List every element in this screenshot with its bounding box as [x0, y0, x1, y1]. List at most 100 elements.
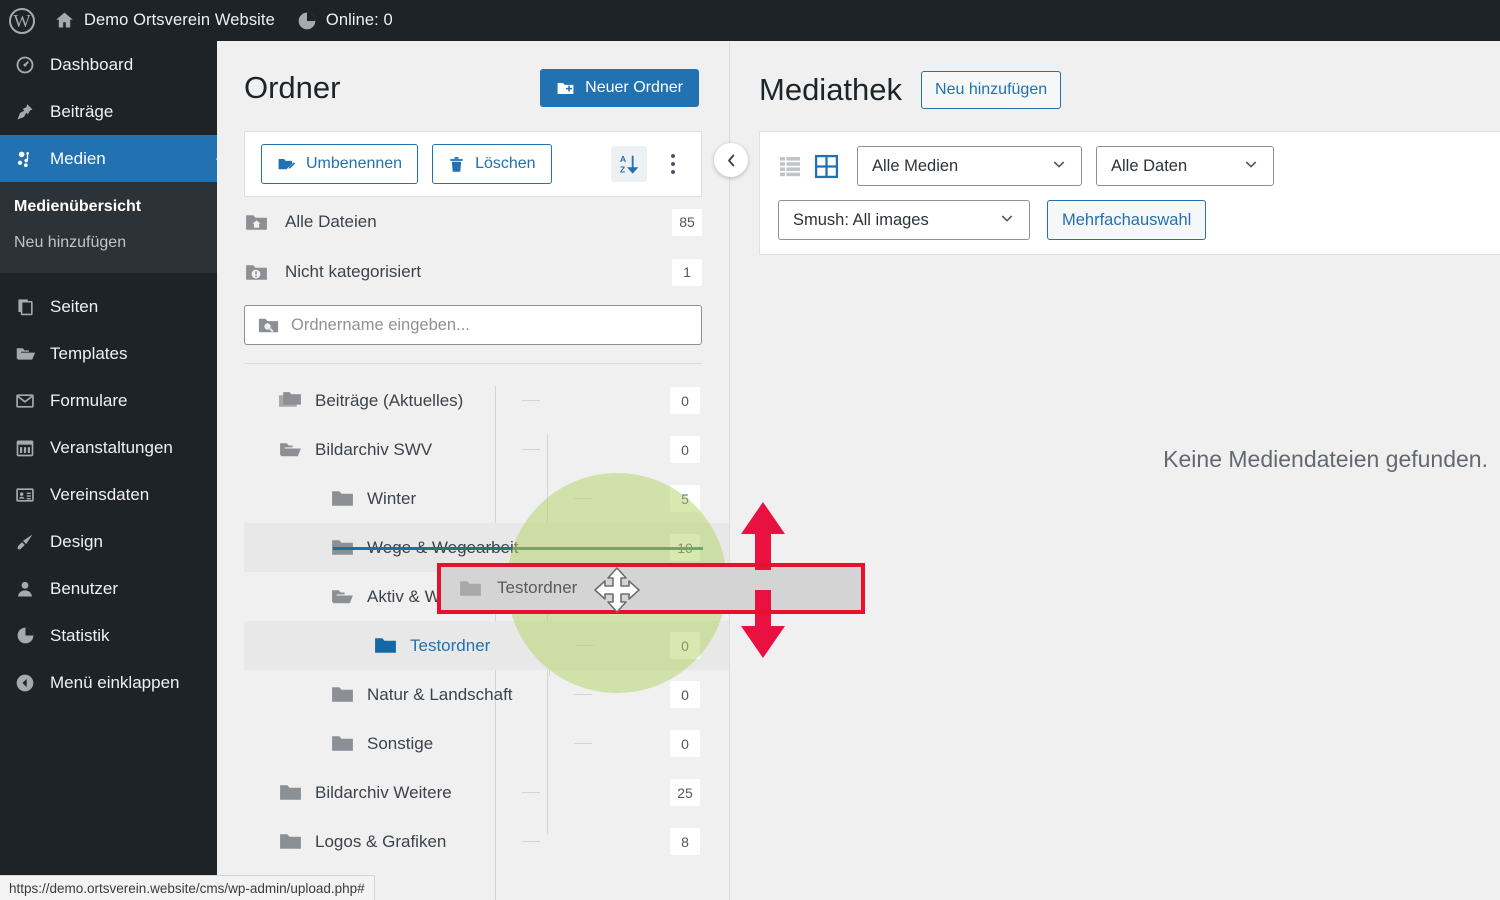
bulk-select-button[interactable]: Mehrfachauswahl	[1047, 200, 1207, 240]
media-icon	[14, 148, 36, 170]
tree-row-count: 10	[670, 534, 700, 561]
grid-view-icon[interactable]	[814, 154, 839, 179]
folder-plus-icon	[556, 79, 575, 98]
sidebar-item-seiten[interactable]: Seiten	[0, 283, 217, 330]
tree-row[interactable]: Testordner 0	[244, 621, 729, 670]
tree-row[interactable]: Natur & Landschaft 0	[244, 670, 729, 719]
sidebar-item-label: Vereinsdaten	[50, 484, 150, 504]
media-type-filter[interactable]: Alle Medien	[857, 146, 1082, 186]
tree-row-count: 8	[670, 828, 700, 855]
calendar-icon	[14, 437, 36, 459]
tree-row-label: Wege & Wegearbeit	[367, 537, 519, 557]
tree-row[interactable]: Aktiv & Wandern 18	[244, 572, 729, 621]
sidebar-item-label: Menü einklappen	[50, 672, 180, 692]
panel-collapse-button[interactable]	[714, 143, 748, 177]
sidebar-item-label: Statistik	[50, 625, 110, 645]
sort-az-icon[interactable]: A Z	[611, 146, 647, 182]
sidebar-subitem-neu-hinzufuegen[interactable]: Neu hinzufügen	[0, 225, 217, 261]
sidebar-subitem-medienuebersicht[interactable]: Medienübersicht	[0, 189, 217, 225]
folder-search-input[interactable]	[291, 315, 689, 335]
sidebar-item-label: Design	[50, 531, 103, 551]
tree-connector	[522, 841, 540, 842]
smush-filter[interactable]: Smush: All images	[778, 200, 1030, 240]
tree-row-count: 5	[670, 485, 700, 512]
chevron-down-icon	[999, 210, 1015, 231]
chevron-down-icon	[1243, 156, 1259, 177]
sidebar-item-vereinsdaten[interactable]: Vereinsdaten	[0, 471, 217, 518]
tree-row-label: Logos & Grafiken	[315, 831, 447, 851]
tree-row[interactable]: Beiträge (Aktuelles) 0	[244, 376, 729, 425]
empty-state-message: Keine Mediendateien gefunden.	[1163, 446, 1488, 472]
tree-row-count: 0	[670, 730, 700, 757]
folder-warning-icon	[244, 260, 269, 285]
status-url: https://demo.ortsverein.website/cms/wp-a…	[9, 880, 365, 896]
tree-row-label: Bildarchiv SWV	[315, 439, 433, 459]
tree-row[interactable]: Sonstige 0	[244, 719, 729, 768]
delete-button[interactable]: Löschen	[432, 144, 552, 184]
tree-connector	[576, 645, 594, 646]
quick-row-nicht-kategorisiert[interactable]: Nicht kategorisiert 1	[244, 247, 702, 297]
user-icon	[14, 578, 36, 600]
folder-panel: Ordner Neuer Ordner Umbenennen Löschen A…	[217, 41, 730, 900]
folder-icon	[278, 780, 303, 805]
folder-search-icon	[257, 314, 280, 337]
sidebar-item-dashboard[interactable]: Dashboard	[0, 41, 217, 88]
folder-search-box[interactable]	[244, 305, 702, 345]
wp-logo-button[interactable]: W	[0, 0, 43, 41]
smush-filter-value: Smush: All images	[793, 210, 929, 229]
media-toolbar-row-secondary: Smush: All images Mehrfachauswahl	[778, 200, 1500, 240]
sidebar-item-medien[interactable]: Medien	[0, 135, 225, 182]
admin-bar: W Demo Ortsverein Website Online: 0	[0, 0, 1500, 41]
rename-button[interactable]: Umbenennen	[261, 144, 419, 184]
date-filter[interactable]: Alle Daten	[1096, 146, 1274, 186]
tree-row-label: Beiträge (Aktuelles)	[315, 390, 464, 410]
sidebar-item-label: Benutzer	[50, 578, 119, 598]
tree-row-count: 0	[670, 436, 700, 463]
sidebar-item-label: Dashboard	[50, 54, 134, 74]
sidebar-item-label: Veranstaltungen	[50, 437, 173, 457]
tree-row[interactable]: Bildarchiv SWV 0	[244, 425, 729, 474]
tree-connector	[522, 400, 540, 401]
tree-row-count: 0	[670, 681, 700, 708]
folder-icon	[330, 535, 355, 560]
kebab-menu-icon[interactable]	[661, 154, 685, 174]
sidebar-item-formulare[interactable]: Formulare	[0, 377, 217, 424]
folder-tree: Beiträge (Aktuelles) 0 Bildarchiv SWV 0 …	[217, 376, 729, 900]
add-new-media-button[interactable]: Neu hinzufügen	[921, 71, 1062, 109]
online-stats-button[interactable]: Online: 0	[286, 0, 404, 41]
sidebar-item-veranstaltungen[interactable]: Veranstaltungen	[0, 424, 217, 471]
sidebar-item-label: Seiten	[50, 296, 99, 316]
tree-row[interactable]: Logos & Grafiken 8	[244, 817, 729, 866]
sidebar-item-statistik[interactable]: Statistik	[0, 612, 217, 659]
list-view-icon[interactable]	[778, 154, 802, 178]
sidebar-submenu-medien: Medienübersicht Neu hinzufügen	[0, 182, 217, 273]
new-folder-button[interactable]: Neuer Ordner	[540, 69, 699, 107]
tree-row[interactable]: Wege & Wegearbeit 10	[244, 523, 729, 572]
id-card-icon	[14, 484, 36, 506]
folder-edit-icon	[277, 155, 296, 174]
tree-row-label: Winter	[367, 488, 417, 508]
tree-connector	[574, 498, 592, 499]
media-type-filter-value: Alle Medien	[872, 156, 959, 175]
collapse-left-icon	[14, 672, 36, 694]
quick-row-count: 85	[672, 208, 702, 236]
sidebar-item-design[interactable]: Design	[0, 518, 217, 565]
tree-connector	[574, 743, 592, 744]
sidebar-item-benutzer[interactable]: Benutzer	[0, 565, 217, 612]
new-folder-label: Neuer Ordner	[585, 79, 683, 96]
trash-icon	[448, 155, 465, 174]
rename-label: Umbenennen	[306, 155, 403, 172]
media-page-title: Mediathek	[759, 72, 903, 107]
media-toolbar-row-primary: Alle Medien Alle Daten	[778, 146, 1500, 186]
dashboard-icon	[14, 54, 36, 76]
sidebar-item-beitraege[interactable]: Beiträge	[0, 88, 217, 135]
quick-row-alle-dateien[interactable]: Alle Dateien 85	[244, 197, 702, 247]
sidebar-item-menu-einklappen[interactable]: Menü einklappen	[0, 659, 217, 706]
site-name-button[interactable]: Demo Ortsverein Website	[43, 0, 286, 41]
envelope-icon	[14, 390, 36, 412]
tree-row[interactable]: Bildarchiv Weitere 25	[244, 768, 729, 817]
tree-row[interactable]: Winter 5	[244, 474, 729, 523]
date-filter-value: Alle Daten	[1111, 156, 1188, 175]
media-toolbar: Alle Medien Alle Daten Smush: All images	[759, 131, 1500, 255]
sidebar-item-templates[interactable]: Templates	[0, 330, 217, 377]
